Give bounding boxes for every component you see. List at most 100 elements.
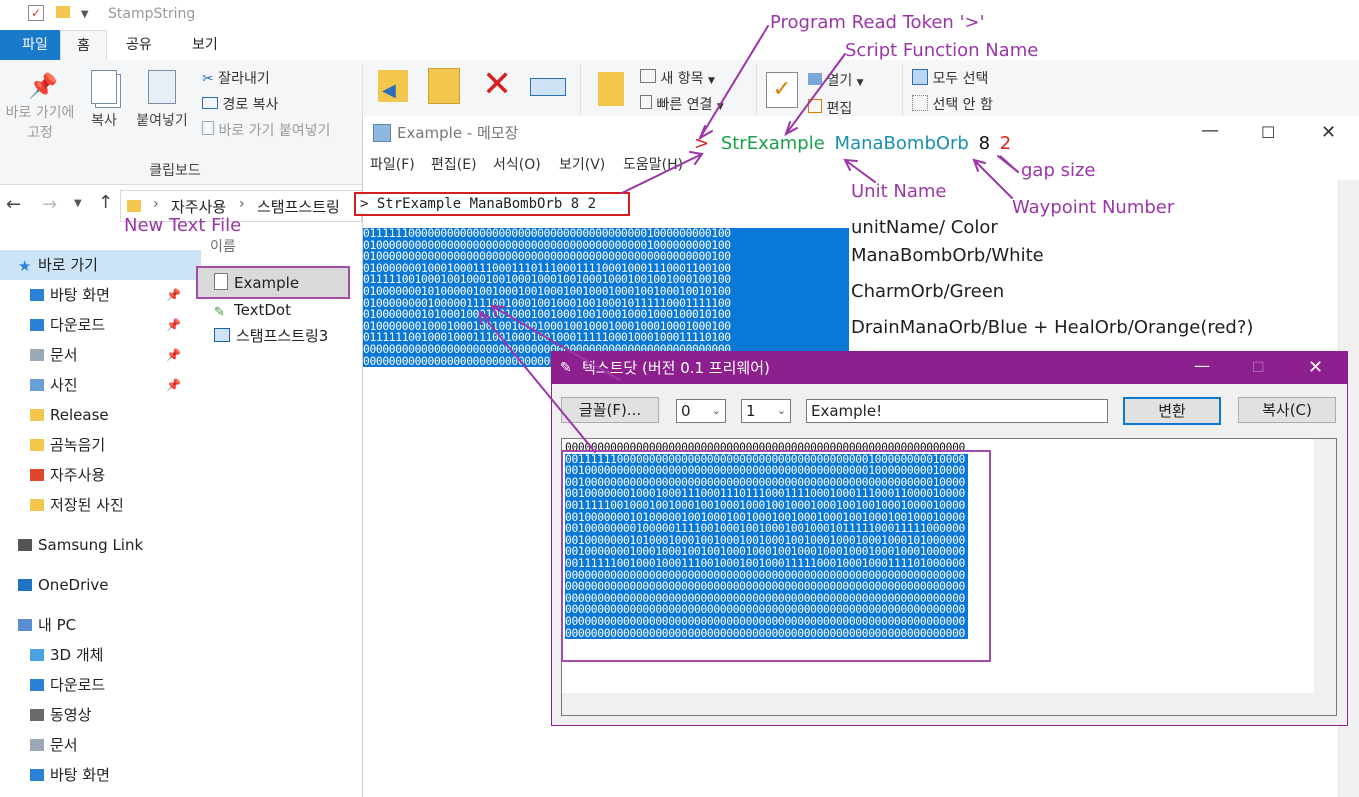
nav-item[interactable]: 내 PC bbox=[18, 610, 76, 640]
paste-shortcut-button[interactable]: 바로 가기 붙여넣기 bbox=[202, 120, 330, 140]
annotation-gap-size: gap size bbox=[1021, 160, 1096, 181]
maximize-icon[interactable]: ☐ bbox=[1252, 352, 1265, 384]
recent-chevron-down-icon[interactable]: ▼ bbox=[74, 198, 82, 209]
download-folder-icon bbox=[30, 679, 44, 691]
move-to-button[interactable]: ◀ bbox=[378, 70, 414, 108]
new-item-button[interactable]: 새 항목 ▼ bbox=[640, 68, 715, 88]
nav-item[interactable]: 문서 bbox=[30, 730, 78, 760]
text-input[interactable]: Example! bbox=[806, 399, 1108, 423]
star-icon: ★ bbox=[18, 257, 32, 275]
breadcrumb-chevron-icon[interactable]: › bbox=[153, 196, 159, 212]
copy-button[interactable]: 복사(C) bbox=[1238, 397, 1336, 423]
new-folder-icon[interactable] bbox=[598, 72, 624, 106]
chevron-down-icon: ⌄ bbox=[776, 404, 786, 417]
back-arrow-icon[interactable]: ← bbox=[6, 194, 21, 215]
copy-path-button[interactable]: 경로 복사 bbox=[202, 94, 278, 114]
nav-item[interactable]: 저장된 사진 bbox=[30, 490, 124, 520]
file-item-textdot[interactable]: ✎ TextDot bbox=[214, 297, 291, 323]
cut-button[interactable]: ✂ 잘라내기 bbox=[202, 68, 270, 88]
font-button[interactable]: 글꼴(F)... bbox=[561, 397, 659, 423]
command-line-box: > StrExample ManaBombOrb 8 2 bbox=[354, 192, 630, 216]
chevron-down-icon[interactable]: ▼ bbox=[81, 9, 89, 20]
tab-share[interactable]: 공유 bbox=[112, 30, 166, 60]
breadcrumb-chevron-icon[interactable]: › bbox=[239, 196, 245, 212]
file-item-example[interactable]: Example bbox=[214, 270, 299, 296]
forward-arrow-icon[interactable]: → bbox=[42, 194, 57, 215]
menu-file[interactable]: 파일(F) bbox=[370, 150, 415, 180]
maximize-icon[interactable]: ☐ bbox=[1261, 116, 1275, 150]
char-select-1[interactable]: 1 ⌄ bbox=[741, 399, 791, 423]
paste-button[interactable]: 붙여넣기 bbox=[130, 70, 194, 130]
new-item-icon bbox=[640, 69, 656, 83]
new-item-label: 새 항목 bbox=[660, 71, 704, 87]
copy-button[interactable]: 복사 bbox=[84, 70, 124, 130]
easy-access-label: 빠른 연결 bbox=[656, 97, 713, 113]
easy-access-button[interactable]: 빠른 연결 ▼ bbox=[640, 94, 724, 114]
file-item-stampstring3[interactable]: 스탬프스트링3 bbox=[214, 323, 328, 349]
delete-icon[interactable]: ✕ bbox=[482, 66, 518, 104]
output-horizontal-scrollbar[interactable] bbox=[562, 693, 1314, 715]
annotation-waypoint-number: Waypoint Number bbox=[1012, 197, 1175, 218]
nav-item[interactable]: 다운로드 bbox=[30, 670, 105, 700]
path-icon bbox=[202, 97, 218, 109]
move-folder-icon: ◀ bbox=[378, 70, 408, 102]
tab-home[interactable]: 홈 bbox=[60, 30, 107, 61]
binary-text-selection[interactable]: 0111111000000000000000000000000000000000… bbox=[363, 227, 849, 368]
nav-item[interactable]: Release bbox=[30, 400, 109, 430]
pin-icon[interactable]: 📌 bbox=[166, 378, 181, 392]
notepad-title: Example - 메모장 bbox=[397, 124, 519, 142]
tab-view[interactable]: 보기 bbox=[178, 30, 232, 60]
binary-line: 0111111000000000000000000000000000000000… bbox=[363, 227, 731, 240]
nav-item[interactable]: 3D 개체 bbox=[30, 640, 103, 670]
breadcrumb-item-stampstring[interactable]: 스탬프스트링 bbox=[257, 196, 340, 217]
nav-item[interactable]: 사진 bbox=[30, 370, 78, 400]
nav-item[interactable]: 바탕 화면 bbox=[30, 760, 110, 790]
nav-item[interactable]: 곰녹음기 bbox=[30, 430, 105, 460]
close-icon[interactable]: ✕ bbox=[1321, 116, 1336, 150]
navigation-pane: ★ 바로 가기 바탕 화면 📌 다운로드 📌 문서 📌 사진 📌 Release 곰녹음기 자주사용 저장… bbox=[0, 232, 201, 797]
pin-icon[interactable]: 📌 bbox=[166, 348, 181, 362]
nav-item[interactable]: 동영상 bbox=[30, 700, 91, 730]
copy-to-button[interactable] bbox=[428, 68, 464, 106]
pin-icon[interactable]: 📌 bbox=[166, 288, 181, 302]
pin-icon[interactable]: 📌 bbox=[166, 318, 181, 332]
chevron-down-icon: ▼ bbox=[708, 76, 715, 86]
minimize-icon[interactable]: — bbox=[1194, 350, 1210, 382]
chevron-down-icon: ⌄ bbox=[711, 404, 721, 417]
nav-item[interactable]: 바탕 화면 bbox=[30, 280, 110, 310]
minimize-icon[interactable]: — bbox=[1201, 114, 1219, 148]
close-icon[interactable]: ✕ bbox=[1308, 352, 1323, 384]
save-check-icon[interactable]: ✓ bbox=[28, 5, 44, 21]
name-column-header[interactable]: 이름 bbox=[210, 236, 236, 256]
output-vertical-scrollbar[interactable] bbox=[1314, 439, 1336, 715]
open-button[interactable]: 열기 ▼ bbox=[808, 70, 864, 90]
nav-item[interactable]: ★ 바로 가기 bbox=[0, 250, 201, 280]
ribbon-separator bbox=[902, 64, 903, 124]
nav-item[interactable]: OneDrive bbox=[18, 570, 109, 600]
annotation-new-text-file: New Text File bbox=[124, 215, 242, 236]
nav-item[interactable]: 자주사용 bbox=[30, 460, 105, 490]
computer-icon bbox=[18, 619, 32, 631]
menu-view[interactable]: 보기(V) bbox=[559, 150, 605, 180]
nav-item[interactable]: 다운로드 bbox=[30, 310, 105, 340]
download-folder-icon bbox=[30, 319, 44, 331]
edit-button[interactable]: 편집 bbox=[808, 98, 852, 118]
rename-button[interactable] bbox=[530, 70, 570, 104]
menu-format[interactable]: 서식(O) bbox=[493, 150, 541, 180]
nav-item[interactable]: 문서 bbox=[30, 340, 78, 370]
pin-label-line2: 고정 bbox=[27, 125, 53, 141]
up-arrow-icon[interactable]: ↑ bbox=[98, 192, 113, 213]
nav-item[interactable]: Samsung Link bbox=[18, 530, 143, 560]
menu-help[interactable]: 도움말(H) bbox=[623, 150, 683, 180]
document-folder-icon bbox=[30, 739, 44, 751]
char-select-0[interactable]: 0 ⌄ bbox=[676, 399, 726, 423]
breadcrumb-item-frequent[interactable]: 자주사용 bbox=[171, 196, 226, 217]
select-none-button[interactable]: 선택 안 함 bbox=[912, 94, 993, 114]
convert-button[interactable]: 변환 bbox=[1123, 397, 1221, 425]
properties-icon[interactable]: ✓ bbox=[766, 72, 798, 108]
pin-to-quick-access-button[interactable]: 📌 바로 가기에 고정 bbox=[0, 72, 80, 142]
select-all-button[interactable]: 모두 선택 bbox=[912, 68, 988, 88]
folder-icon[interactable] bbox=[56, 6, 71, 18]
read-token: > bbox=[694, 133, 710, 154]
menu-edit[interactable]: 편집(E) bbox=[431, 150, 477, 180]
